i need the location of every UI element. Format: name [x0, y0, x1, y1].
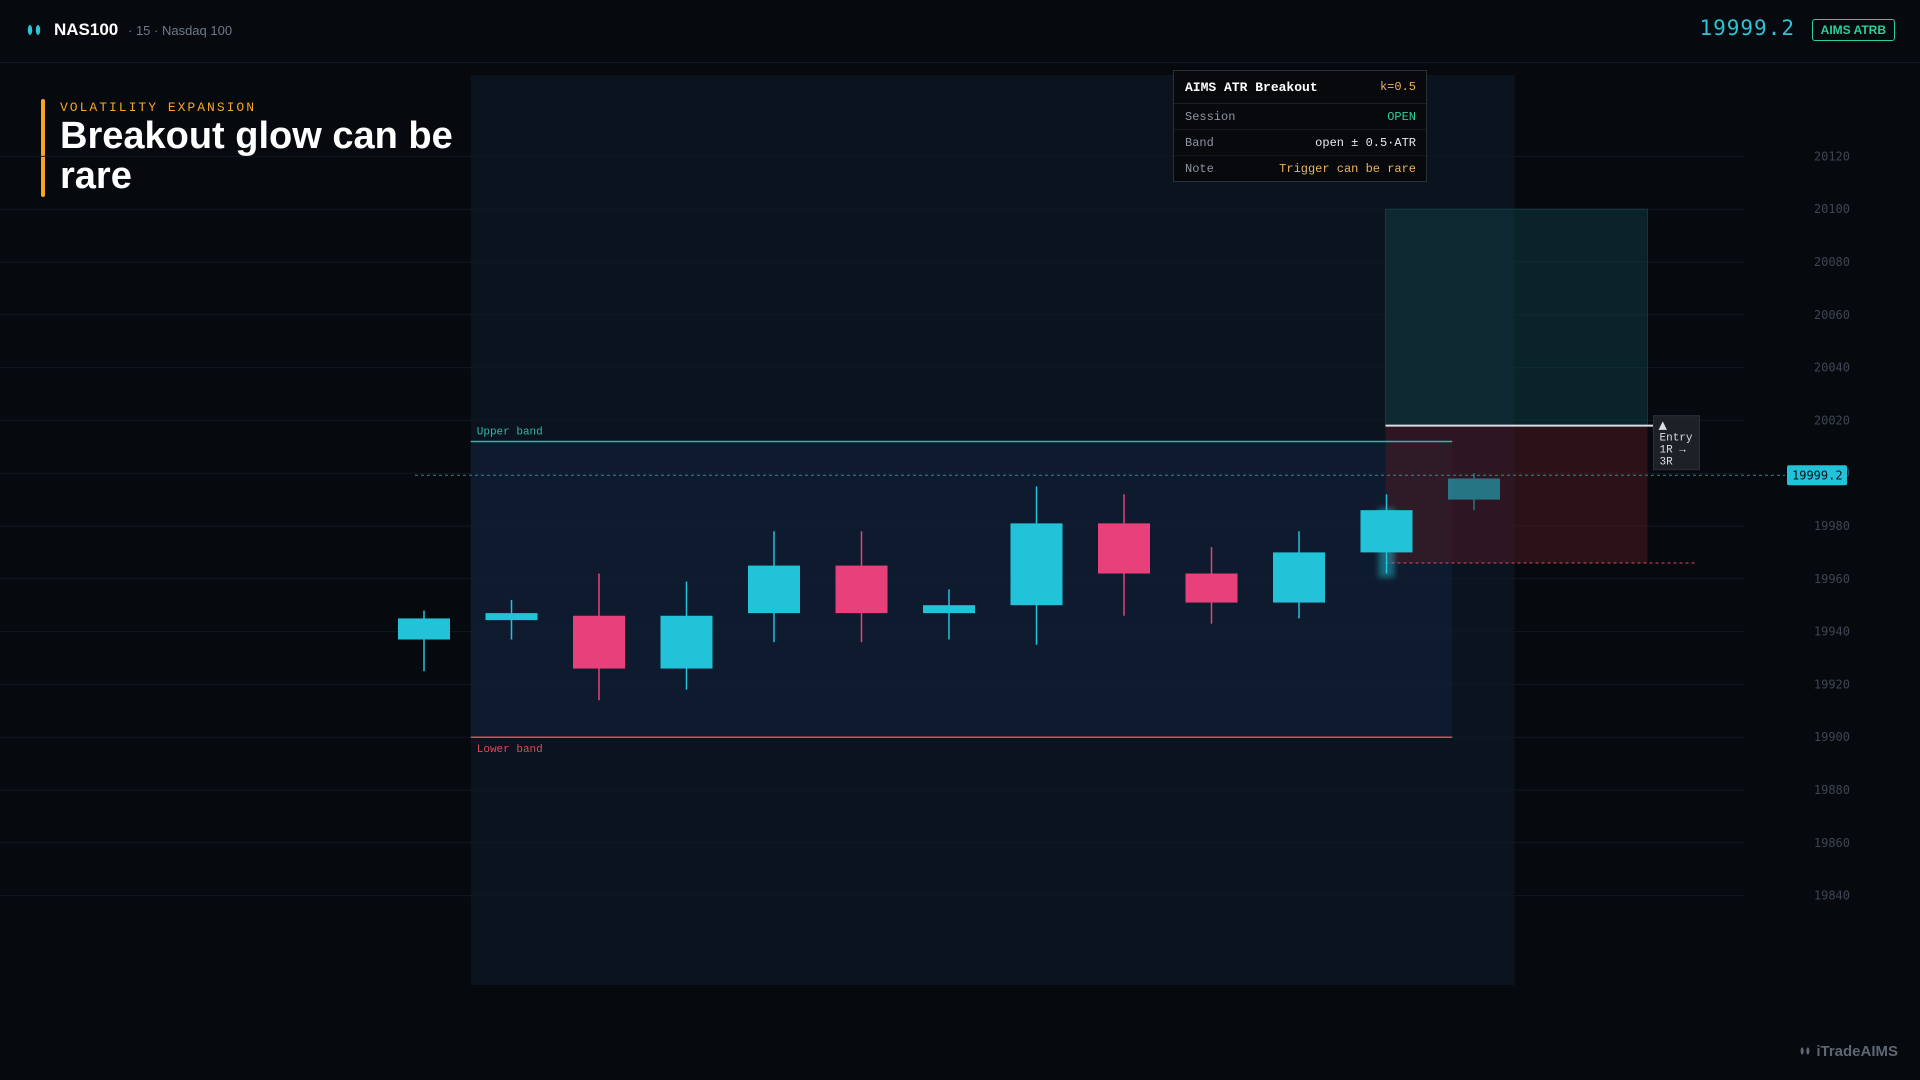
- panel-title: AIMS ATR Breakout: [1185, 80, 1318, 95]
- y-tick-label: 19960: [1814, 572, 1850, 586]
- panel-param: k=0.5: [1379, 80, 1416, 94]
- y-tick-label: 19920: [1814, 677, 1850, 691]
- candle-body: [835, 565, 888, 614]
- panel-row-value: Trigger can be rare: [1279, 162, 1416, 176]
- candle-body: [748, 565, 800, 614]
- candle-body: [398, 618, 450, 640]
- lower-band-label: Lower band: [477, 744, 543, 756]
- candle-body: [573, 615, 625, 669]
- entry-label: 1R →: [1660, 445, 1687, 457]
- candle-body: [923, 605, 975, 614]
- price-chart[interactable]: 2012020100200802006020040200202000019980…: [0, 0, 1920, 1080]
- panel-row-session: Session OPEN: [1174, 104, 1426, 130]
- y-tick-label: 20100: [1814, 202, 1850, 216]
- y-tick-label: 20020: [1814, 413, 1850, 427]
- y-tick-label: 20040: [1814, 361, 1850, 375]
- y-tick-label: 19840: [1814, 889, 1850, 903]
- y-tick-label: 20060: [1814, 308, 1850, 322]
- candle-body: [1098, 523, 1150, 574]
- panel-row-note: Note Trigger can be rare: [1174, 156, 1426, 181]
- candle-body: [660, 615, 713, 669]
- last-price-tag-label: 19999.2: [1792, 468, 1843, 482]
- indicator-panel: AIMS ATR Breakout k=0.5 Session OPEN Ban…: [1173, 70, 1427, 182]
- y-tick-label: 19940: [1814, 625, 1850, 639]
- watermark: iTradeAIMS: [1798, 1043, 1898, 1060]
- panel-row-value: OPEN: [1387, 110, 1416, 124]
- candle-body: [1360, 510, 1413, 553]
- candle-body: [1448, 478, 1500, 500]
- candle-body: [1185, 573, 1238, 603]
- entry-label: Entry: [1660, 433, 1693, 445]
- candle-body: [1010, 523, 1063, 606]
- y-tick-label: 19860: [1814, 836, 1850, 850]
- risk-zone: [1385, 425, 1648, 563]
- panel-row-label: Band: [1185, 136, 1214, 150]
- watermark-logo-icon: [1800, 1047, 1810, 1055]
- y-tick-label: 19900: [1814, 730, 1850, 744]
- y-tick-label: 20120: [1814, 149, 1850, 163]
- panel-row-band: Band open ± 0.5·ATR: [1174, 130, 1426, 156]
- entry-arrow-icon: ▲: [1659, 419, 1668, 432]
- panel-row-label: Note: [1185, 162, 1214, 176]
- panel-row-label: Session: [1185, 110, 1236, 124]
- entry-label: 3R: [1660, 457, 1674, 469]
- candle-body: [485, 613, 538, 621]
- panel-row-value: open ± 0.5·ATR: [1315, 136, 1416, 150]
- y-tick-label: 20080: [1814, 255, 1850, 269]
- y-tick-label: 19880: [1814, 783, 1850, 797]
- candle: [398, 610, 450, 672]
- y-tick-label: 19980: [1814, 519, 1850, 533]
- upper-band-label: Upper band: [477, 427, 543, 439]
- candle-body: [1273, 552, 1325, 603]
- watermark-text: iTradeAIMS: [1816, 1043, 1898, 1060]
- target-zone: [1385, 208, 1648, 427]
- panel-header: AIMS ATR Breakout k=0.5: [1174, 71, 1426, 104]
